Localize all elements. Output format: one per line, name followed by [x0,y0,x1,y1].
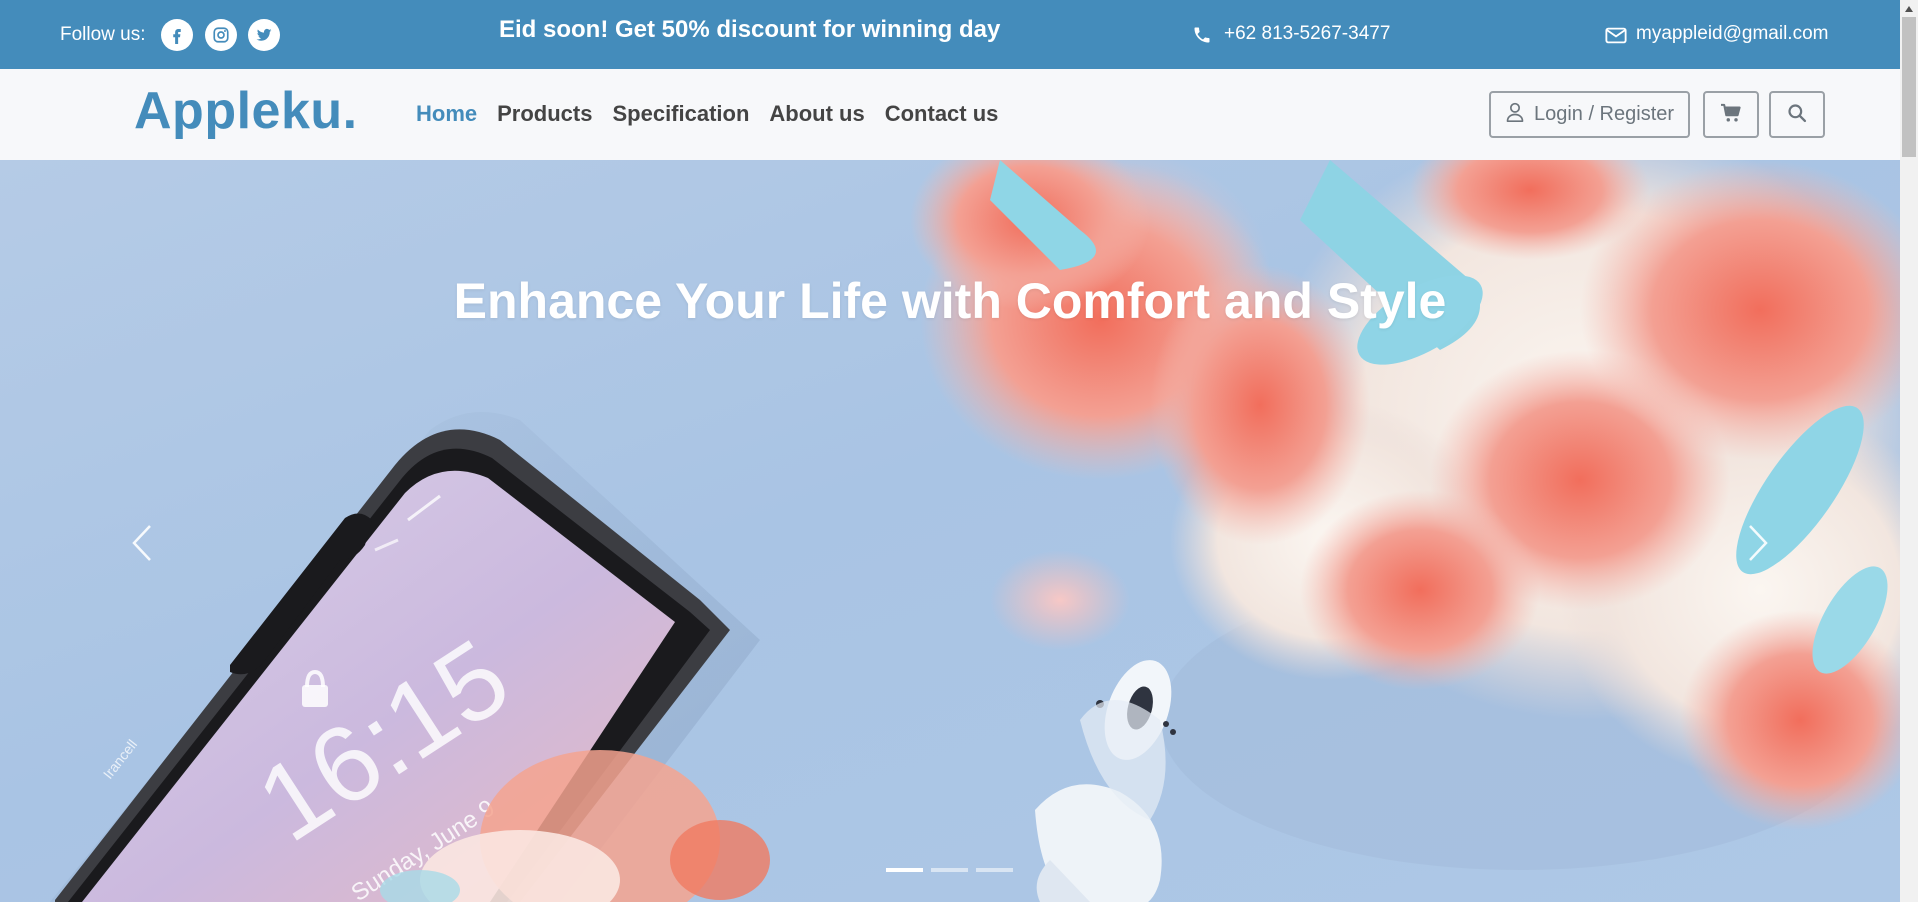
nav-link-products[interactable]: Products [497,101,592,127]
hero-carousel: 16:15 Sunday, June 9 Irancell Enhance Yo… [0,160,1900,902]
carousel-indicator[interactable] [886,868,923,872]
login-register-button[interactable]: Login / Register [1489,91,1690,138]
email-address[interactable]: myappleid@gmail.com [1636,23,1828,45]
search-icon [1787,103,1807,126]
search-button[interactable] [1769,91,1825,138]
carousel-indicator[interactable] [931,868,968,872]
instagram-icon[interactable] [205,19,237,51]
carousel-prev-button[interactable] [120,505,164,585]
phone-number[interactable]: +62 813-5267-3477 [1224,23,1390,45]
scroll-up-arrow-icon[interactable] [1900,0,1918,17]
nav-link-specification[interactable]: Specification [612,101,749,127]
login-register-label: Login / Register [1533,103,1675,125]
cart-button[interactable] [1703,91,1759,138]
facebook-icon[interactable] [161,19,193,51]
hero-title: Enhance Your Life with Comfort and Style [453,273,1447,329]
carousel-indicator[interactable] [976,868,1013,872]
phone-icon [1192,25,1212,49]
nav-link-contact-us[interactable]: Contact us [885,101,999,127]
page-scrollbar[interactable] [1900,0,1918,902]
chevron-right-icon [1746,523,1770,567]
carousel-next-button[interactable] [1736,505,1780,585]
main-navbar: Appleku. Home Products Specification Abo… [0,69,1900,161]
phone-carrier-label: Irancell [100,736,140,781]
twitter-icon[interactable] [248,19,280,51]
chevron-left-icon [130,523,154,567]
mail-icon [1605,27,1627,48]
user-icon [1505,101,1525,129]
cart-icon [1720,103,1742,126]
page-viewport: Follow us: Eid soon! Get 50% discount fo… [0,0,1900,902]
top-info-bar: Follow us: Eid soon! Get 50% discount fo… [0,0,1900,69]
scrollbar-thumb[interactable] [1902,17,1916,157]
follow-us-label: Follow us: [60,24,146,45]
nav-link-home[interactable]: Home [416,101,477,127]
nav-link-about-us[interactable]: About us [769,101,864,127]
carousel-indicators [886,868,1013,872]
nav-links: Home Products Specification About us Con… [416,101,998,127]
brand-logo[interactable]: Appleku. [134,81,358,141]
promo-banner-text: Eid soon! Get 50% discount for winning d… [499,16,1001,43]
